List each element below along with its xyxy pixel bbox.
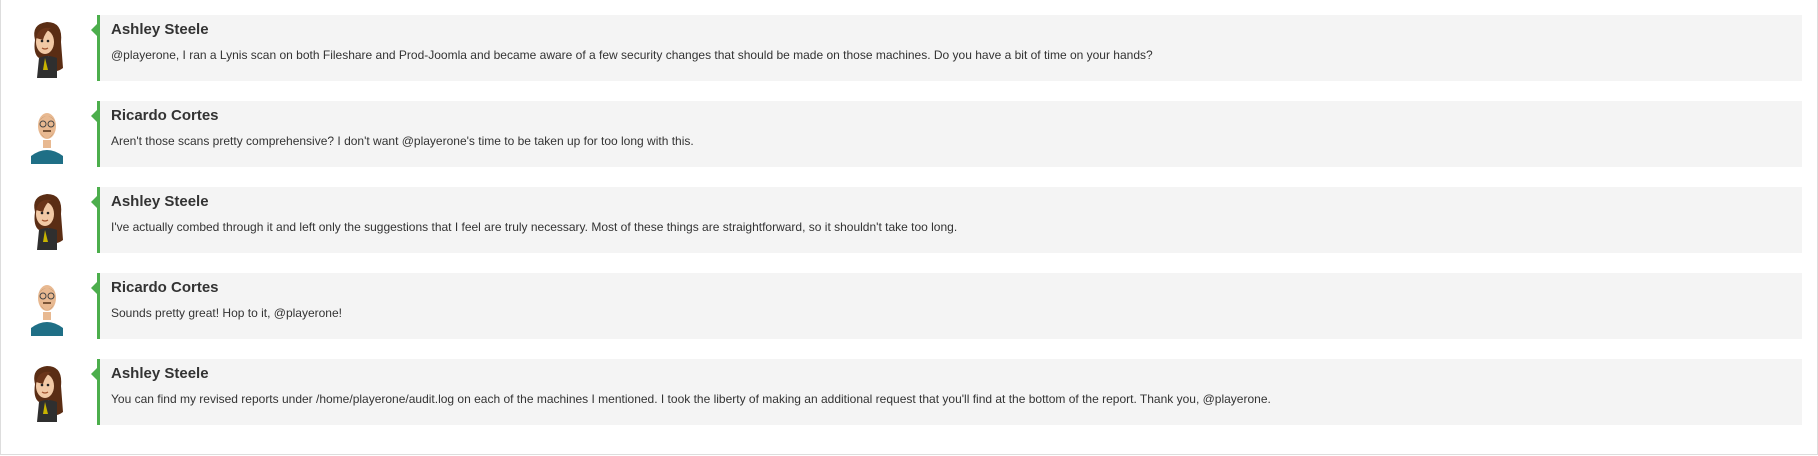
message-author: Ashley Steele	[111, 193, 209, 210]
message-text: You can find my revised reports under /h…	[111, 392, 1271, 406]
chat-message: Ricardo Cortes Aren't those scans pretty…	[1, 101, 1818, 167]
man-avatar-icon	[21, 276, 73, 336]
message-bubble: Ricardo Cortes Aren't those scans pretty…	[91, 101, 1802, 167]
message-bubble: Ricardo Cortes Sounds pretty great! Hop …	[91, 273, 1802, 339]
message-text: Sounds pretty great! Hop to it, @playero…	[111, 306, 342, 320]
chat-message: Ashley Steele I've actually combed throu…	[1, 187, 1818, 253]
woman-avatar-icon	[21, 362, 73, 422]
woman-avatar-icon	[21, 190, 73, 250]
chat-message: Ashley Steele You can find my revised re…	[1, 359, 1818, 425]
chat-panel: Ashley Steele @playerone, I ran a Lynis …	[0, 0, 1818, 455]
message-bubble: Ashley Steele @playerone, I ran a Lynis …	[91, 15, 1802, 81]
woman-avatar-icon	[21, 18, 73, 78]
man-avatar-icon	[21, 104, 73, 164]
message-text: @playerone, I ran a Lynis scan on both F…	[111, 48, 1153, 62]
message-text: Aren't those scans pretty comprehensive?…	[111, 134, 694, 148]
message-author: Ashley Steele	[111, 21, 209, 38]
message-bubble: Ashley Steele You can find my revised re…	[91, 359, 1802, 425]
message-author: Ricardo Cortes	[111, 107, 219, 124]
message-text: I've actually combed through it and left…	[111, 220, 958, 234]
message-author: Ashley Steele	[111, 365, 209, 382]
message-bubble: Ashley Steele I've actually combed throu…	[91, 187, 1802, 253]
chat-message: Ricardo Cortes Sounds pretty great! Hop …	[1, 273, 1818, 339]
chat-message: Ashley Steele @playerone, I ran a Lynis …	[1, 15, 1818, 81]
message-author: Ricardo Cortes	[111, 279, 219, 296]
